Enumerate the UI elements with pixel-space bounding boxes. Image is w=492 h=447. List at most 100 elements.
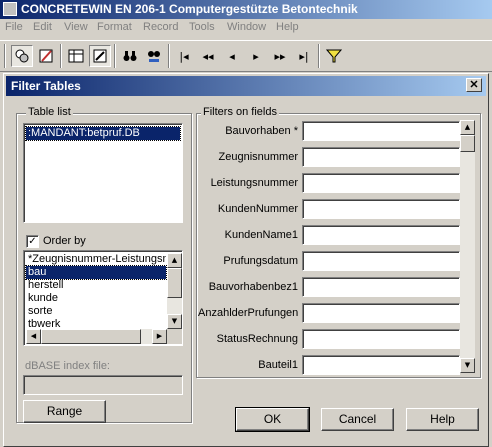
menu-bar: File Edit View Format Record Tools Windo… [0,19,492,38]
fast-forward-icon: ▸▸ [274,49,286,63]
scroll-left-button[interactable]: ◀ [26,329,41,344]
table-list-item[interactable]: :MANDANT:betpruf.DB [25,126,181,141]
menu-tools[interactable]: Tools [189,21,215,33]
find-binoculars-icon [123,51,137,61]
order-by-listbox[interactable]: *Zeugnisnummer-Leistungsnu bau herstell … [23,250,183,346]
order-by-item[interactable]: bau [25,265,167,280]
fast-forward-button[interactable]: ▸▸ [269,45,291,67]
help-button-label: Help [430,412,455,426]
arrow-right-icon: ▶ [156,332,163,340]
filters-vscroll-track[interactable] [460,120,475,373]
scroll-right-button[interactable]: ▶ [152,329,167,344]
toolbar: |◂ ◂◂ ◂ ▸ ▸▸ ▸| [0,40,492,72]
filter-field-input[interactable] [302,355,460,375]
scroll-up-button[interactable]: ▲ [167,253,182,268]
app-title-bar: CONCRETEWIN EN 206-1 Computergestützte B… [0,0,492,19]
filter-field-input[interactable] [302,277,460,297]
menu-file[interactable]: File [5,21,23,33]
find-replace-icon [148,51,160,62]
filter-field-label: Bauvorhaben * [225,125,298,137]
toolbar-separator [168,44,170,68]
find-replace-button[interactable] [143,45,165,67]
rewind-icon: ◂◂ [202,49,214,63]
form-view-button[interactable] [89,45,111,67]
filter-field-input[interactable] [302,173,460,193]
filter-table-icon [15,49,29,63]
last-record-button[interactable]: ▸| [293,45,315,67]
close-icon: ✕ [469,79,479,91]
rewind-button[interactable]: ◂◂ [197,45,219,67]
find-button[interactable] [119,45,141,67]
grid-view-button[interactable] [65,45,87,67]
ok-button-label: OK [263,412,282,426]
order-by-item[interactable]: *Zeugnisnummer-Leistungsnu [26,253,166,266]
filter-field-label: Bauvorhabenbez1 [208,281,298,293]
filter-field-input[interactable] [302,225,460,245]
scroll-down-button[interactable]: ▼ [167,314,182,329]
toolbar-separator [318,44,320,68]
scroll-corner [167,329,182,344]
arrow-up-icon: ▲ [464,123,471,131]
order-by-hscroll-thumb[interactable] [41,329,141,344]
filters-scroll-down-button[interactable]: ▼ [460,358,475,373]
filter-field-label: Prufungsdatum [223,255,298,267]
order-by-item[interactable]: herstell [26,279,166,292]
dbase-index-field [23,375,183,395]
filters-scroll-up-button[interactable]: ▲ [460,120,475,135]
order-by-vscroll-thumb[interactable] [167,268,182,298]
filter-field-input[interactable] [302,303,460,323]
filter-field-input[interactable] [302,121,460,141]
prev-record-button[interactable]: ◂ [221,45,243,67]
filters-vscroll-thumb[interactable] [460,135,475,152]
help-button[interactable]: Help [406,408,479,431]
filter-funnel-icon [326,49,342,63]
form-view-icon [93,49,107,63]
first-record-button[interactable]: |◂ [173,45,195,67]
order-by-label: Order by [43,235,86,247]
dbase-index-label: dBASE index file: [25,360,110,372]
filter-table-button[interactable] [11,45,33,67]
menu-format[interactable]: Format [97,21,132,33]
filters-label: Filters on fields [201,106,279,118]
next-record-icon: ▸ [253,49,259,63]
order-by-checkbox[interactable]: ✓ [26,235,39,248]
menu-help[interactable]: Help [276,21,299,33]
app-title: CONCRETEWIN EN 206-1 Computergestützte B… [21,2,358,16]
arrow-down-icon: ▼ [464,361,471,369]
dialog-title-bar: Filter Tables ✕ [6,76,486,96]
filter-field-label: Leistungsnummer [210,177,298,189]
table-listbox[interactable]: :MANDANT:betpruf.DB [23,123,183,223]
filter-field-label: KundenNummer [217,203,298,215]
cancel-button[interactable]: Cancel [321,408,394,431]
dialog-close-button[interactable]: ✕ [466,78,482,92]
filter-field-input[interactable] [302,251,460,271]
filter-button[interactable] [323,45,345,67]
grid-view-icon [68,49,84,63]
edit-button[interactable] [35,45,57,67]
toolbar-separator [4,44,6,68]
edit-pencil-icon [39,49,53,63]
arrow-up-icon: ▲ [171,256,178,264]
cancel-button-label: Cancel [338,412,377,426]
menu-edit[interactable]: Edit [33,21,52,33]
filter-field-input[interactable] [302,329,460,349]
filter-tables-dialog: Filter Tables ✕ Table list :MANDANT:betp… [3,73,489,447]
table-list-label: Table list [26,106,73,118]
filter-field-input[interactable] [302,147,460,167]
filter-field-label: StatusRechnung [216,333,298,345]
filter-field-input[interactable] [302,199,460,219]
dialog-title: Filter Tables [11,79,81,93]
order-by-item[interactable]: sorte [26,305,166,318]
next-record-button[interactable]: ▸ [245,45,267,67]
order-by-item[interactable]: kunde [26,292,166,305]
menu-record[interactable]: Record [143,21,178,33]
arrow-left-icon: ◀ [30,332,37,340]
toolbar-separator [114,44,116,68]
menu-view[interactable]: View [64,21,88,33]
ok-button[interactable]: OK [235,407,310,432]
range-button[interactable]: Range [23,400,106,423]
prev-record-icon: ◂ [229,49,235,63]
filter-field-label: AnzahlderPrufungen [198,307,299,319]
check-icon: ✓ [28,236,37,247]
menu-window[interactable]: Window [227,21,266,33]
